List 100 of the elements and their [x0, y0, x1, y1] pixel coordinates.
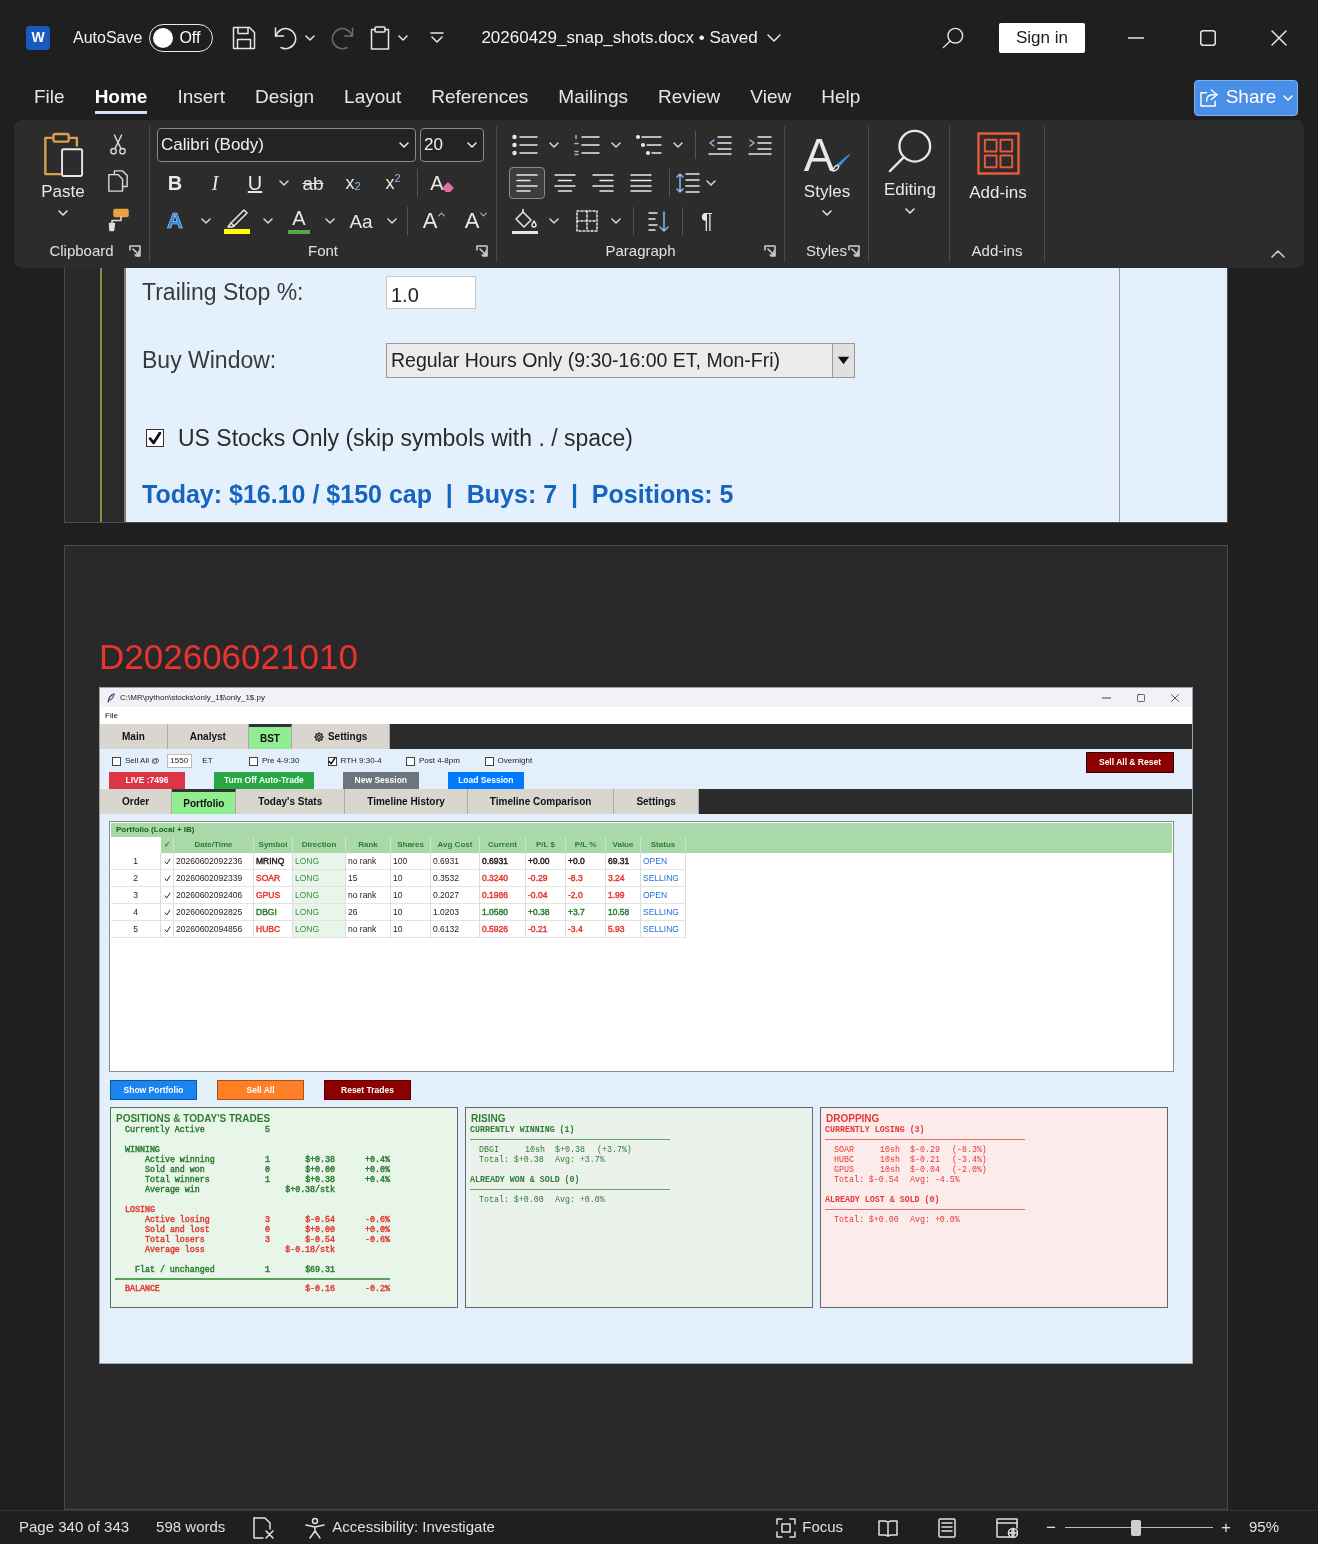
zoom-level[interactable]: 95%: [1248, 1516, 1279, 1539]
dropdown-select[interactable]: Regular Hours Only (9:30-16:00 ET, Mon-Fri): [386, 343, 855, 378]
tab[interactable]: Portfolio: [172, 789, 237, 814]
proofing-icon[interactable]: [252, 1516, 275, 1539]
font-color-button[interactable]: A: [283, 205, 315, 237]
increase-indent-icon[interactable]: [748, 135, 772, 155]
paste-button[interactable]: Paste: [30, 126, 96, 240]
styles-button[interactable]: A Styles: [795, 126, 859, 240]
copy-icon[interactable]: [107, 170, 129, 193]
tab[interactable]: Timeline History: [345, 789, 468, 814]
brush-icon[interactable]: [106, 208, 130, 233]
caret-icon[interactable]: [549, 142, 559, 148]
menu-tab[interactable]: Help: [821, 75, 861, 120]
caret-icon[interactable]: [706, 180, 716, 186]
caret-icon[interactable]: [673, 142, 683, 148]
slider-thumb[interactable]: [1131, 1519, 1142, 1536]
read-mode-icon[interactable]: [878, 1518, 899, 1537]
sort-icon[interactable]: [647, 210, 669, 232]
word-count[interactable]: 598 words: [156, 1516, 226, 1539]
checkbox[interactable]: [484, 756, 494, 766]
time-field[interactable]: 1550: [167, 754, 193, 768]
page-count[interactable]: Page 340 of 343: [19, 1516, 130, 1539]
align-left-button[interactable]: [509, 167, 545, 199]
action-button[interactable]: Show Portfolio: [110, 1080, 197, 1100]
action-button[interactable]: New Session: [342, 772, 419, 789]
checkbox[interactable]: [406, 756, 415, 766]
change-case-button[interactable]: Aa: [345, 205, 377, 237]
caret-icon[interactable]: [611, 142, 621, 148]
tab[interactable]: BST: [248, 724, 292, 749]
launcher-icon[interactable]: [129, 245, 141, 258]
action-button[interactable]: LIVE :7496: [109, 772, 185, 789]
action-button[interactable]: Reset Trades: [324, 1080, 411, 1100]
caret-icon[interactable]: [263, 218, 273, 224]
menu-tab[interactable]: Insert: [177, 75, 225, 120]
tab[interactable]: Settings: [614, 789, 699, 814]
tab[interactable]: Today's Stats: [236, 789, 346, 814]
bulleted-list-icon[interactable]: [512, 134, 538, 156]
tab[interactable]: Timeline Comparison: [467, 789, 615, 814]
superscript-button[interactable]: x$^{2}$: [377, 167, 409, 199]
caret-icon[interactable]: [387, 218, 397, 224]
multilevel-list-icon[interactable]: [636, 134, 662, 156]
menu-tab[interactable]: Mailings: [558, 75, 629, 120]
search-icon[interactable]: [942, 26, 964, 49]
highlighter-icon[interactable]: [223, 208, 251, 234]
bar-chevron-icon[interactable]: [430, 31, 445, 44]
caret-icon[interactable]: [305, 34, 316, 41]
undo-icon[interactable]: [274, 25, 299, 50]
print-layout-icon[interactable]: [938, 1517, 957, 1538]
reset-button[interactable]: Sell All & Reset: [1086, 752, 1174, 773]
menu-item[interactable]: File: [105, 709, 118, 722]
zoom-out-button[interactable]: −: [1046, 1514, 1057, 1541]
caret-icon[interactable]: [549, 218, 559, 224]
checkbox[interactable]: [146, 429, 164, 447]
underline-button[interactable]: U: [239, 167, 271, 199]
redo-icon[interactable]: [330, 25, 355, 50]
caret-icon[interactable]: [611, 218, 621, 224]
launcher-icon[interactable]: [476, 245, 488, 258]
font-name-select[interactable]: Calibri (Body): [157, 128, 416, 162]
tab[interactable]: Main: [100, 724, 168, 749]
shrink-font-button[interactable]: A: [460, 205, 492, 237]
caret-icon[interactable]: [325, 218, 335, 224]
zoom-in-button[interactable]: +: [1221, 1514, 1231, 1541]
checkbox[interactable]: [249, 756, 258, 766]
show-marks-button[interactable]: ¶: [691, 205, 723, 237]
launcher-icon[interactable]: [764, 245, 776, 258]
checkbox[interactable]: [112, 756, 121, 766]
tab[interactable]: Settings: [291, 724, 391, 749]
menu-tab[interactable]: Design: [254, 75, 315, 120]
close-icon[interactable]: [1171, 693, 1179, 702]
clear-formatting-button[interactable]: A: [426, 167, 458, 199]
tab[interactable]: Order: [100, 789, 173, 814]
grow-font-button[interactable]: A: [418, 205, 450, 237]
decrease-indent-icon[interactable]: [708, 135, 732, 155]
editing-button[interactable]: Editing: [882, 126, 938, 240]
menu-tab[interactable]: View: [750, 75, 792, 120]
font-size-select[interactable]: 20: [420, 128, 484, 162]
sign-in-button[interactable]: Sign in: [999, 22, 1085, 53]
checkbox[interactable]: [327, 756, 337, 766]
caret-icon[interactable]: [201, 218, 211, 224]
strikethrough-button[interactable]: ab: [297, 167, 329, 199]
accessibility-button[interactable]: Accessibility: Investigate: [304, 1516, 495, 1539]
add-ins-button[interactable]: Add-ins: [962, 126, 1034, 240]
text-effects-button[interactable]: A: [159, 205, 191, 237]
web-layout-icon[interactable]: [996, 1517, 1019, 1538]
focus-button[interactable]: Focus: [776, 1516, 844, 1539]
save-icon[interactable]: [232, 25, 257, 50]
tab[interactable]: Analyst: [167, 724, 249, 749]
menu-tab[interactable]: References: [431, 75, 529, 120]
bold-button[interactable]: B: [159, 167, 191, 199]
menu-tab[interactable]: File: [34, 75, 65, 120]
borders-icon[interactable]: [576, 210, 598, 232]
line-spacing-icon[interactable]: [676, 172, 700, 194]
scissors-icon[interactable]: [110, 133, 126, 155]
italic-button[interactable]: I: [199, 167, 231, 199]
text-field[interactable]: 1.0: [386, 276, 476, 309]
action-button[interactable]: Load Session: [447, 772, 524, 789]
clipboard-icon[interactable]: [369, 25, 392, 50]
numbered-list-icon[interactable]: [574, 134, 600, 156]
launcher-icon[interactable]: [848, 245, 860, 258]
paint-bucket-icon[interactable]: [512, 208, 538, 234]
